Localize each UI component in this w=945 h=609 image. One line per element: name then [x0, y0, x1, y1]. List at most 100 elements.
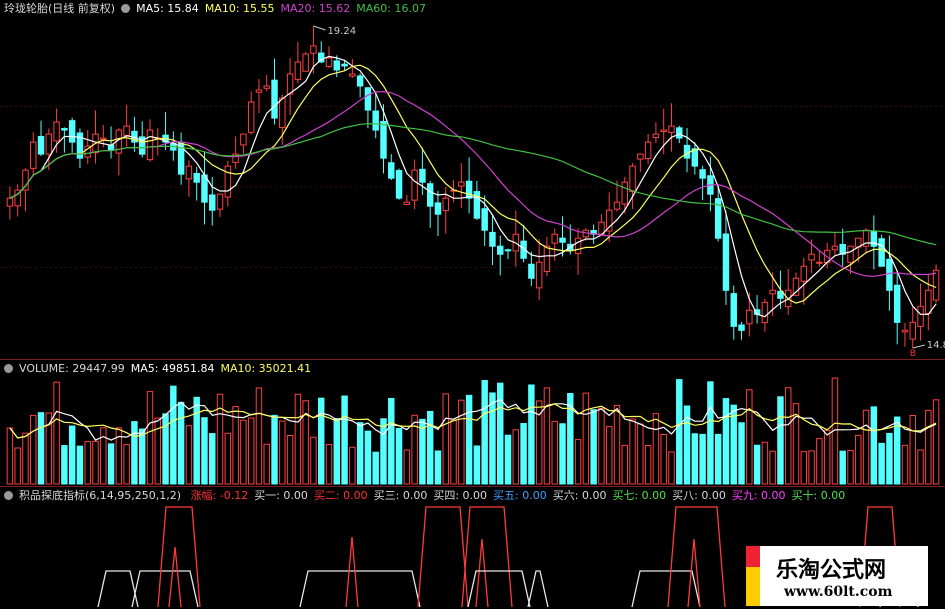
- volume-bar: [458, 399, 465, 485]
- volume-bar: [512, 429, 520, 485]
- price-chart[interactable]: 19.24 14.84 B: [0, 0, 945, 360]
- candle-body: [559, 237, 566, 243]
- volume-chart[interactable]: [0, 360, 945, 486]
- volume-bar: [504, 434, 512, 485]
- indicator-item-3: 买三: 0.00: [373, 489, 428, 502]
- volume-bar: [652, 413, 660, 485]
- indicator-item-2: 买二: 0.00: [313, 489, 368, 502]
- volume-bar: [349, 446, 356, 485]
- ma20-line: [9, 90, 937, 277]
- volume-bar: [61, 445, 68, 485]
- volume-bar: [240, 419, 247, 485]
- signal-white: [131, 570, 199, 608]
- volume-bar: [224, 432, 232, 485]
- buy-marker: B: [910, 349, 916, 359]
- volume-bar: [247, 417, 255, 485]
- collapse-icon[interactable]: [4, 491, 13, 500]
- candle-body: [489, 231, 496, 247]
- candle-body: [240, 133, 247, 146]
- candle-body: [395, 170, 403, 199]
- candle-body: [932, 269, 940, 301]
- candle-body: [364, 87, 372, 111]
- volume-bar: [255, 387, 263, 485]
- indicator-item-10: 买十: 0.00: [791, 489, 846, 502]
- ma10-line: [9, 64, 937, 304]
- candle-body: [831, 245, 839, 251]
- candle-body: [341, 63, 348, 67]
- volume-bar: [862, 409, 870, 485]
- volume-bar: [22, 432, 29, 485]
- candle-body: [247, 101, 255, 133]
- volume-bar: [68, 425, 76, 485]
- volume-bar: [395, 427, 403, 485]
- volume-bar: [785, 387, 792, 485]
- candle-body: [61, 128, 68, 131]
- candle-body: [909, 321, 916, 340]
- collapse-icon[interactable]: [121, 4, 131, 13]
- candle-body: [481, 208, 488, 231]
- candle-body: [53, 121, 60, 142]
- candle-body: [699, 169, 706, 179]
- candle-body: [419, 168, 426, 183]
- candle-body: [22, 169, 29, 191]
- price-panel: 19.24 14.84 B 玲珑轮胎(日线 前复权) MA5: 15.84 MA10: …: [0, 0, 945, 360]
- candle-body: [629, 165, 636, 193]
- candle-body: [746, 309, 753, 325]
- candle-body: [574, 237, 582, 254]
- candle-body: [465, 180, 473, 199]
- candle-body: [356, 75, 364, 87]
- candle-body: [302, 53, 309, 72]
- volume-bar: [847, 449, 854, 485]
- candle-body: [816, 261, 823, 264]
- volume-bar: [333, 418, 341, 485]
- volume-bar: [84, 441, 91, 485]
- volume-bar: [590, 409, 597, 485]
- collapse-icon[interactable]: [4, 364, 13, 373]
- volume-bar: [372, 451, 379, 485]
- indicator-item-6: 买六: 0.00: [552, 489, 607, 502]
- volume-bar: [808, 450, 815, 485]
- candle-body: [255, 89, 263, 93]
- candle-body: [621, 181, 628, 205]
- volume-bar: [6, 427, 14, 485]
- candle-body: [925, 289, 932, 314]
- candle-body: [193, 172, 200, 183]
- candle-body: [543, 245, 551, 273]
- candle-body: [333, 60, 341, 71]
- volume-bar: [76, 445, 84, 485]
- volume-panel: VOLUME: 29447.99 MA5: 49851.84 MA10: 35021…: [0, 360, 945, 486]
- candle-body: [271, 79, 278, 119]
- volume-bar: [777, 396, 784, 485]
- candle-body: [847, 245, 854, 263]
- volume-bar: [14, 447, 21, 485]
- indicator-item-9: 买九: 0.00: [731, 489, 786, 502]
- candle-body: [769, 289, 776, 295]
- volume-bar: [310, 436, 317, 485]
- volume-bar: [520, 423, 527, 485]
- volume-bar: [131, 421, 138, 485]
- volume-bar: [92, 440, 99, 485]
- volume-bar: [271, 414, 278, 485]
- candle-body: [310, 45, 317, 54]
- signal-white: [97, 570, 139, 608]
- high-pointer: [313, 25, 326, 31]
- volume-bar: [676, 379, 683, 485]
- volume-bar: [917, 449, 924, 485]
- volume-bar: [465, 394, 473, 485]
- volume-bar: [878, 442, 885, 485]
- signal-white: [527, 570, 549, 608]
- volume-bar: [473, 445, 481, 485]
- volume-bar: [107, 443, 115, 485]
- candle-body: [146, 129, 154, 161]
- candle-body: [372, 110, 379, 131]
- candle-body: [185, 165, 193, 180]
- high-label: 19.24: [327, 26, 356, 37]
- volume-bar: [185, 425, 193, 485]
- candle-body: [917, 305, 924, 327]
- candle-body: [434, 202, 442, 215]
- volume-bar: [730, 404, 737, 485]
- volume-bar: [925, 409, 932, 485]
- volume-bar: [193, 396, 200, 485]
- volume-bar: [286, 435, 294, 485]
- indicator-item-0: 涨幅: -0.12: [190, 489, 249, 502]
